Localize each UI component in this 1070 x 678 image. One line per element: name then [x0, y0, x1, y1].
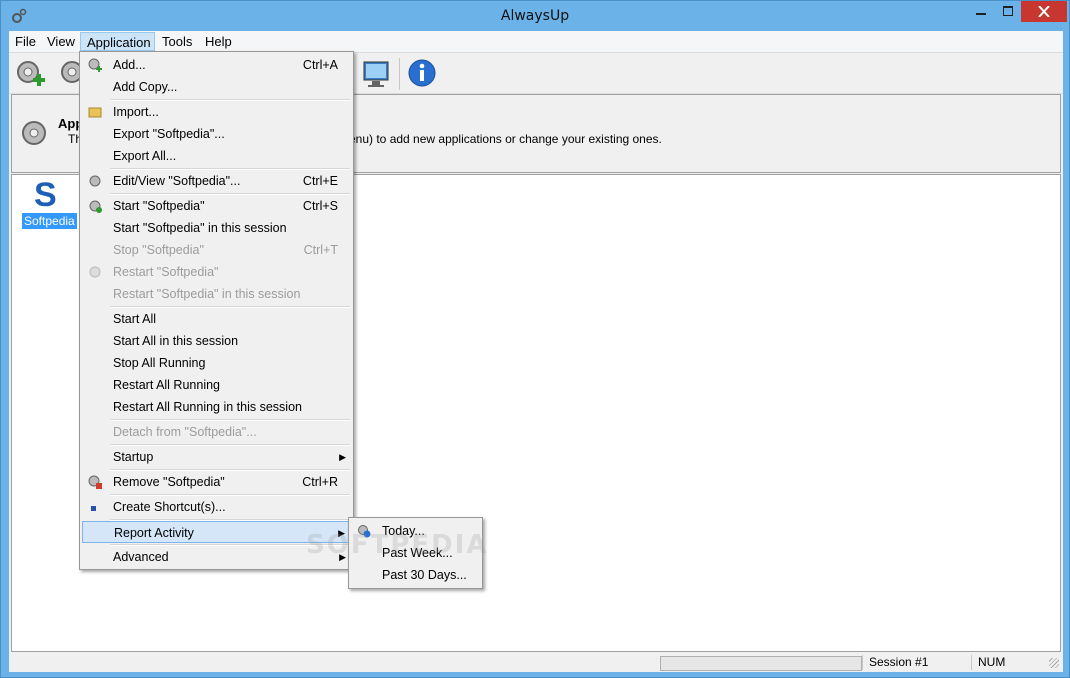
application-label: Softpedia [22, 213, 77, 229]
info-icon [408, 59, 436, 87]
menu-restart-all-running-in-session[interactable]: Restart All Running in this session [82, 396, 352, 418]
status-num-lock: NUM [971, 655, 1038, 670]
watermark: SOFTPEDIA [306, 530, 489, 560]
close-icon [1038, 6, 1050, 17]
close-button[interactable] [1021, 1, 1067, 22]
shortcut-icon [91, 506, 96, 511]
menu-startup[interactable]: Startup ▶ [82, 446, 352, 468]
menu-restart-all-running[interactable]: Restart All Running [82, 374, 352, 396]
menu-view[interactable]: View [41, 32, 81, 51]
menu-remove[interactable]: Remove "Softpedia" Ctrl+R [82, 471, 352, 493]
menu-bar: File View Application Tools Help [9, 31, 1063, 52]
menu-stop-all-running[interactable]: Stop All Running [82, 352, 352, 374]
gear-start-icon [89, 200, 102, 213]
menu-tools[interactable]: Tools [156, 32, 198, 51]
resize-grip[interactable] [1049, 658, 1059, 668]
submenu-arrow-icon: ▶ [339, 452, 346, 462]
menu-export[interactable]: Export "Softpedia"... [82, 123, 352, 145]
gear-restart-icon [89, 266, 101, 278]
menu-start-in-session[interactable]: Start "Softpedia" in this session [82, 217, 352, 239]
remove-icon [88, 475, 102, 489]
menu-create-shortcut[interactable]: Create Shortcut(s)... [82, 496, 352, 518]
about-button[interactable] [405, 57, 439, 91]
menu-add[interactable]: Add... Ctrl+A [82, 54, 352, 76]
application-item-softpedia[interactable]: S Softpedia [22, 176, 77, 231]
toolbar-separator [399, 58, 400, 90]
application-menu: Add... Ctrl+A Add Copy... Import... Expo… [79, 51, 354, 570]
add-application-button[interactable] [13, 57, 47, 91]
menu-help[interactable]: Help [199, 32, 238, 51]
report-past-30-days[interactable]: Past 30 Days... [351, 564, 481, 586]
menu-restart-in-session: Restart "Softpedia" in this session [113, 287, 301, 301]
menu-detach: Detach from "Softpedia"... [113, 425, 257, 439]
gear-icon [89, 175, 101, 187]
menu-stop: Stop "Softpedia" Ctrl+T [113, 243, 338, 257]
menu-export-all[interactable]: Export All... [82, 145, 352, 167]
info-description: enu) to add new applications or change y… [349, 132, 662, 146]
minimize-button[interactable] [967, 1, 995, 22]
menu-import[interactable]: Import... [82, 101, 352, 123]
menu-edit-view[interactable]: Edit/View "Softpedia"... Ctrl+E [82, 170, 352, 192]
gear-add-icon [17, 61, 45, 86]
menu-start-all[interactable]: Start All [82, 308, 352, 330]
menu-start[interactable]: Start "Softpedia" Ctrl+S [82, 195, 352, 217]
menu-application[interactable]: Application [80, 32, 155, 51]
window-title: AlwaysUp [500, 8, 570, 24]
monitor-icon [363, 61, 389, 87]
status-progress-bar [660, 656, 862, 671]
title-bar[interactable]: AlwaysUp [1, 1, 1069, 31]
status-bar: Session #1 NUM [9, 652, 1063, 672]
monitor-button[interactable] [359, 57, 393, 91]
menu-start-all-in-session[interactable]: Start All in this session [82, 330, 352, 352]
gear-icon [22, 121, 46, 145]
folder-icon [88, 107, 102, 118]
gear-add-icon [88, 58, 102, 72]
menu-file[interactable]: File [9, 32, 42, 51]
softpedia-logo-icon: S [34, 176, 57, 214]
menu-add-copy[interactable]: Add Copy... [82, 76, 352, 98]
menu-restart: Restart "Softpedia" [82, 261, 352, 283]
status-session: Session #1 [862, 655, 969, 670]
maximize-button[interactable] [995, 1, 1021, 22]
